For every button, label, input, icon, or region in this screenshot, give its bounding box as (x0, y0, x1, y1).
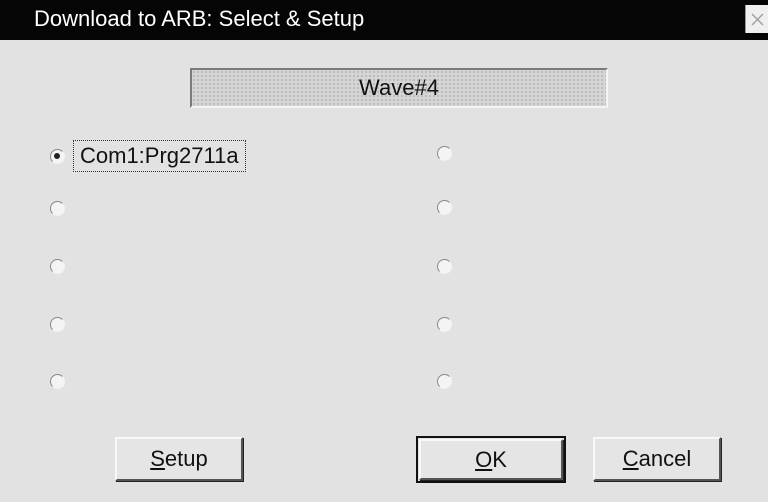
close-button[interactable] (745, 5, 768, 33)
window-title: Download to ARB: Select & Setup (34, 6, 365, 31)
radio-option-left-3[interactable] (50, 259, 73, 274)
radio-button-icon[interactable] (437, 374, 452, 389)
radio-button-icon[interactable] (50, 148, 65, 164)
radio-button-icon[interactable] (437, 317, 452, 332)
radio-label: Com1:Prg2711a (73, 140, 246, 172)
title-bar: Download to ARB: Select & Setup (0, 0, 768, 40)
radio-option-left-2[interactable] (50, 201, 73, 216)
radio-button-icon[interactable] (437, 200, 452, 215)
cancel-accel: C (622, 446, 639, 471)
radio-option-right-4[interactable] (437, 317, 460, 332)
radio-button-icon[interactable] (50, 317, 65, 332)
radio-option-right-3[interactable] (437, 259, 460, 274)
radio-button-icon[interactable] (437, 146, 452, 161)
ok-button[interactable]: OK (419, 439, 563, 480)
radio-option-left-1[interactable]: Com1:Prg2711a (50, 140, 246, 172)
radio-option-left-4[interactable] (50, 317, 73, 332)
radio-button-icon[interactable] (50, 374, 65, 389)
radio-button-icon[interactable] (437, 259, 452, 274)
radio-option-right-1[interactable] (437, 146, 460, 161)
radio-option-right-5[interactable] (437, 374, 460, 389)
radio-option-left-5[interactable] (50, 374, 73, 389)
cancel-label: ancel (638, 446, 692, 471)
ok-label: K (492, 447, 507, 472)
setup-label: etup (164, 446, 208, 471)
radio-button-icon[interactable] (50, 201, 65, 216)
download-to-arb-dialog: Download to ARB: Select & Setup Wave#4 C… (0, 0, 768, 502)
ok-accel: O (475, 447, 493, 472)
wave-name-field: Wave#4 (190, 68, 608, 108)
wave-name-value: Wave#4 (359, 75, 439, 100)
close-icon (751, 13, 764, 26)
radio-button-icon[interactable] (50, 259, 65, 274)
setup-accel: S (150, 446, 165, 471)
radio-option-right-2[interactable] (437, 200, 460, 215)
setup-button[interactable]: Setup (115, 437, 243, 481)
cancel-button[interactable]: Cancel (593, 437, 721, 481)
